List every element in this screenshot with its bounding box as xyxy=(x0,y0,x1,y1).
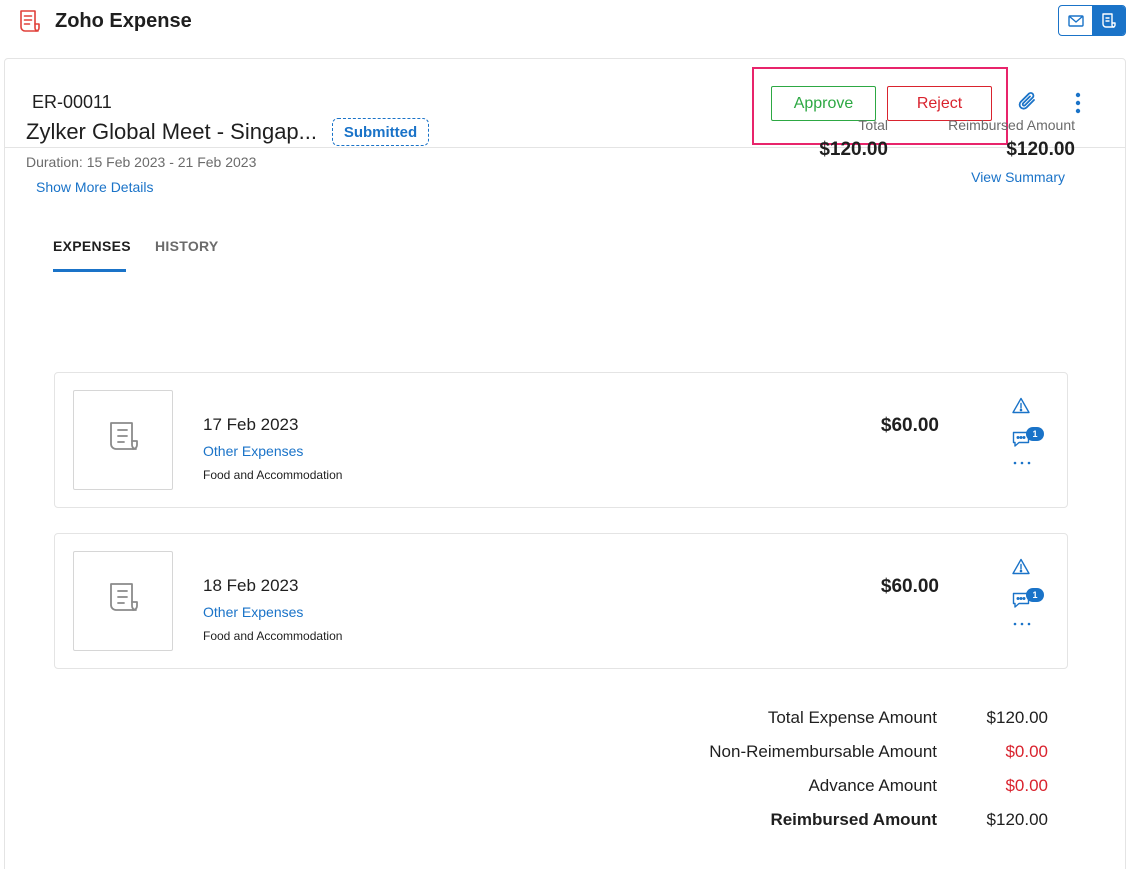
summary-row-total-expense: Total Expense Amount $120.00 xyxy=(0,708,1127,730)
summary-value: $0.00 xyxy=(1005,742,1048,761)
expense-amount: $60.00 xyxy=(880,576,939,597)
total-value: $120.00 xyxy=(819,139,888,160)
expense-date: 18 Feb 2023 xyxy=(203,576,299,595)
receipt-thumbnail[interactable] xyxy=(73,551,173,651)
tab-expenses[interactable]: EXPENSES xyxy=(53,238,131,254)
summary-row-advance: Advance Amount $0.00 xyxy=(0,776,1127,798)
app-header: Zoho Expense xyxy=(0,0,1127,44)
expense-amount: $60.00 xyxy=(880,415,939,436)
horizontal-dots-icon[interactable] xyxy=(1012,618,1032,628)
mail-icon[interactable] xyxy=(1059,6,1092,35)
receipt-placeholder-icon xyxy=(104,580,142,623)
summary-value: $120.00 xyxy=(986,810,1048,829)
reject-button[interactable]: Reject xyxy=(887,86,992,121)
expense-category[interactable]: Other Expenses xyxy=(203,604,303,620)
expense-app-icon[interactable] xyxy=(1092,6,1125,35)
expense-item[interactable]: 18 Feb 2023 Other Expenses Food and Acco… xyxy=(54,533,1068,669)
status-badge: Submitted xyxy=(332,118,429,146)
tab-history[interactable]: HISTORY xyxy=(155,238,219,254)
app-title: Zoho Expense xyxy=(55,10,192,32)
summary-row-reimbursed: Reimbursed Amount $120.00 xyxy=(0,810,1127,832)
total-label: Total xyxy=(858,117,888,133)
expense-description: Food and Accommodation xyxy=(203,629,343,643)
report-title: Zylker Global Meet - Singap... xyxy=(26,119,318,144)
summary-label: Reimbursed Amount xyxy=(770,810,937,829)
comment-count-badge: 1 xyxy=(1026,588,1044,602)
receipt-logo-icon xyxy=(17,8,43,34)
expense-item[interactable]: 17 Feb 2023 Other Expenses Food and Acco… xyxy=(54,372,1068,508)
paperclip-icon[interactable] xyxy=(1015,89,1041,115)
warning-icon[interactable] xyxy=(1012,558,1030,580)
summary-label: Total Expense Amount xyxy=(767,708,937,727)
app-switcher xyxy=(1058,5,1126,36)
summary-value: $120.00 xyxy=(986,708,1048,727)
active-tab-indicator xyxy=(53,269,126,272)
summary-value: $0.00 xyxy=(1005,776,1048,795)
approve-button[interactable]: Approve xyxy=(771,86,876,121)
report-id: ER-00011 xyxy=(32,92,112,112)
summary-label: Advance Amount xyxy=(808,776,937,795)
show-more-details-link[interactable]: Show More Details xyxy=(36,179,154,195)
horizontal-dots-icon[interactable] xyxy=(1012,457,1032,467)
reimbursed-label: Reimbursed Amount xyxy=(948,117,1075,133)
vertical-dots-icon[interactable] xyxy=(1065,90,1091,116)
expense-date: 17 Feb 2023 xyxy=(203,415,299,434)
warning-icon[interactable] xyxy=(1012,397,1030,419)
summary-row-non-reimbursable: Non-Reimembursable Amount $0.00 xyxy=(0,742,1127,764)
expense-description: Food and Accommodation xyxy=(203,468,343,482)
reimbursed-value: $120.00 xyxy=(1006,139,1075,160)
view-summary-link[interactable]: View Summary xyxy=(971,169,1065,185)
expense-category[interactable]: Other Expenses xyxy=(203,443,303,459)
summary-label: Non-Reimembursable Amount xyxy=(709,742,937,761)
report-duration: Duration: 15 Feb 2023 - 21 Feb 2023 xyxy=(26,154,257,170)
comment-count-badge: 1 xyxy=(1026,427,1044,441)
receipt-placeholder-icon xyxy=(104,419,142,462)
receipt-thumbnail[interactable] xyxy=(73,390,173,490)
